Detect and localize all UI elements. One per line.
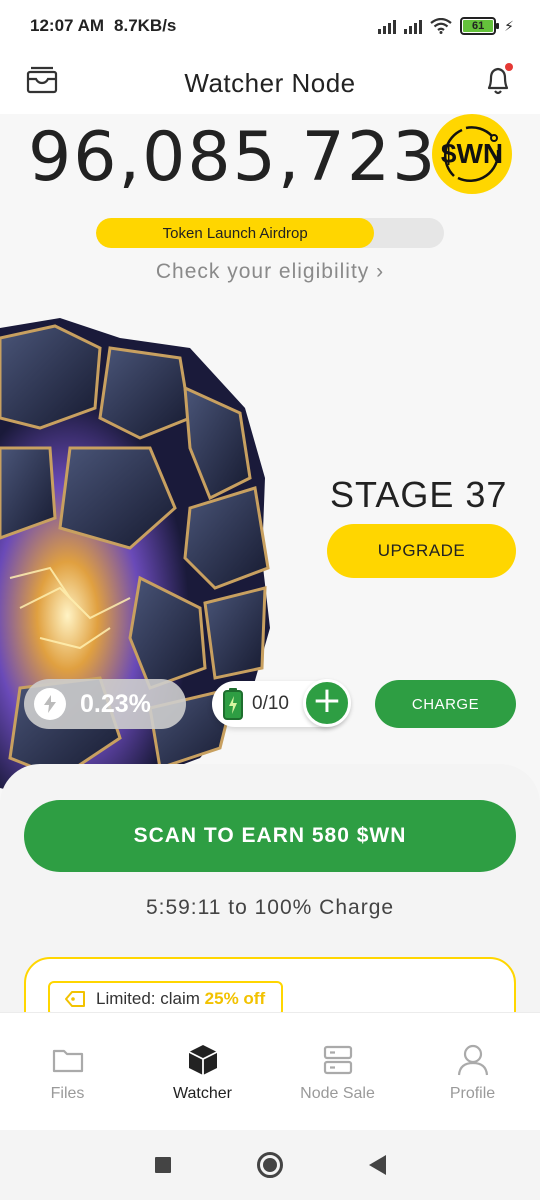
battery-level: 61 (463, 20, 494, 32)
scan-to-earn-button[interactable]: SCAN TO EARN 580 $WN (24, 800, 516, 872)
status-time: 12:07 AM (30, 16, 105, 35)
battery-icon: 61 (460, 17, 500, 35)
app-header: Watcher Node (0, 52, 540, 114)
system-nav-bar (0, 1130, 540, 1200)
token-balance: 96,085,723 (28, 118, 438, 197)
nav-label-watcher: Watcher (173, 1085, 232, 1102)
airdrop-progress-fill: Token Launch Airdrop (96, 218, 375, 248)
signal-icon (378, 18, 397, 34)
nav-label-files: Files (50, 1085, 85, 1102)
page-title: Watcher Node (184, 67, 356, 98)
status-network-speed: 8.7KB/s (114, 16, 177, 35)
lightning-icon (34, 688, 66, 720)
bell-icon[interactable] (482, 62, 516, 98)
folder-icon (52, 1049, 83, 1073)
bottom-nav: Files Watcher Node Sale Profile (0, 1012, 540, 1130)
promo-discount: 25% off (204, 989, 266, 1008)
nav-item-files[interactable]: Files (0, 1013, 135, 1130)
tag-icon (65, 991, 85, 1007)
charges-value: 0/10 (252, 693, 289, 714)
stage-label: STAGE 37 (330, 474, 508, 515)
home-icon[interactable] (256, 1152, 283, 1178)
battery-icon (223, 688, 243, 720)
earning-rate-value: 0.23% (80, 689, 151, 718)
signal-icon (404, 18, 423, 34)
cube-icon (188, 1045, 217, 1075)
wifi-icon (430, 18, 452, 34)
promo-text: Limited: claim 25% off (96, 989, 265, 1009)
server-icon (323, 1045, 352, 1075)
nav-item-watcher[interactable]: Watcher (135, 1013, 270, 1130)
add-charge-button[interactable]: + (303, 679, 351, 727)
nav-label-node-sale: Node Sale (300, 1085, 375, 1102)
plus-icon: + (311, 680, 343, 721)
wn-coin-icon: $WN (432, 114, 512, 194)
user-icon (457, 1044, 488, 1076)
charging-icon: ⚡ (504, 17, 514, 34)
back-icon[interactable] (368, 1155, 386, 1175)
status-bar: 12:07 AM 8.7KB/s 61 ⚡ (0, 0, 540, 52)
wallet-icon[interactable] (26, 66, 58, 94)
charge-timer: 5:59:11 to 100% Charge (145, 896, 395, 919)
eligibility-link[interactable]: Check your eligibility › (0, 260, 540, 284)
nav-item-node-sale[interactable]: Node Sale (270, 1013, 405, 1130)
earning-rate: 0.23% (24, 679, 186, 729)
nav-label-profile: Profile (449, 1085, 496, 1102)
charge-button[interactable]: CHARGE (375, 680, 516, 728)
coin-label: $WN (440, 138, 504, 169)
promo-prefix: Limited: claim (96, 989, 200, 1008)
upgrade-button[interactable]: UPGRADE (327, 524, 516, 578)
recents-icon[interactable] (154, 1157, 171, 1173)
nav-item-profile[interactable]: Profile (405, 1013, 540, 1130)
airdrop-progress[interactable]: Token Launch Airdrop (96, 218, 444, 248)
